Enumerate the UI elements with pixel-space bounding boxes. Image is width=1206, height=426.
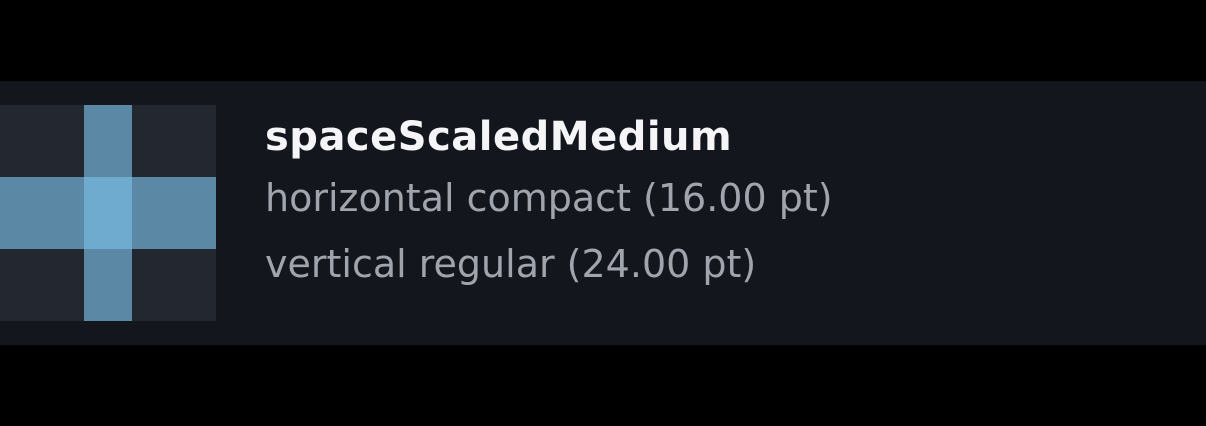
vertical-spacing-label: vertical regular (24.00 pt) (265, 242, 757, 286)
token-details: spaceScaledMedium horizontal compact (16… (265, 109, 1165, 297)
spacing-preview-swatch (0, 105, 216, 321)
spacing-intersection (84, 177, 132, 249)
spacing-token-row[interactable]: spaceScaledMedium horizontal compact (16… (0, 81, 1206, 345)
horizontal-spacing-label: horizontal compact (16.00 pt) (265, 176, 833, 220)
token-name: spaceScaledMedium (265, 114, 733, 160)
